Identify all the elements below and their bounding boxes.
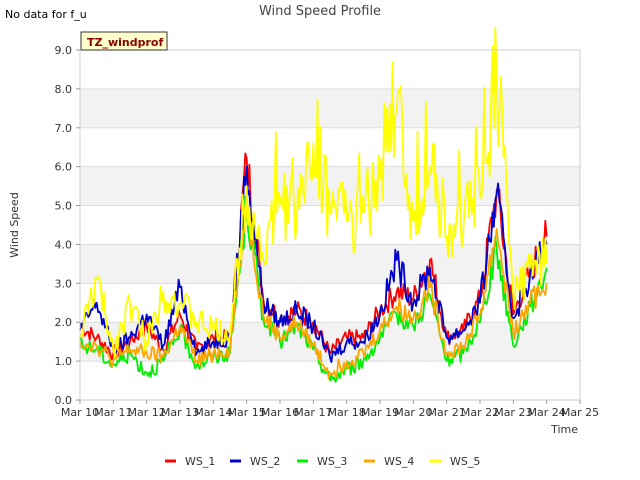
y-tick-label: 3.0	[55, 277, 73, 290]
y-tick-label: 9.0	[55, 44, 73, 57]
no-data-notice: No data for f_u	[5, 8, 87, 21]
y-tick-label: 5.0	[55, 200, 73, 213]
legend: WS_1 WS_2 WS_3 WS_4 WS_5	[165, 455, 480, 468]
y-tick-label: 2.0	[55, 316, 73, 329]
plot-band	[80, 50, 580, 89]
legend-label-ws_2: WS_2	[250, 455, 280, 468]
site-label-box: TZ_windprof	[80, 31, 168, 51]
x-tick-label: Mar 25	[561, 406, 599, 419]
legend-label-ws_1: WS_1	[185, 455, 215, 468]
y-tick-label: 7.0	[55, 122, 73, 135]
y-tick-label: 1.0	[55, 355, 73, 368]
site-label-text: TZ_windprof	[87, 36, 163, 49]
y-tick-label: 6.0	[55, 161, 73, 174]
legend-label-ws_4: WS_4	[384, 455, 414, 468]
x-axis-ticks: Mar 10Mar 11Mar 12Mar 13Mar 14Mar 15Mar …	[61, 400, 599, 419]
plot-band	[80, 88, 580, 128]
y-tick-label: 4.0	[55, 238, 73, 251]
legend-label-ws_3: WS_3	[317, 455, 347, 468]
x-axis-label: Time	[550, 423, 578, 436]
y-axis-ticks: 0.01.02.03.04.05.06.07.08.09.0	[55, 44, 80, 407]
chart-title: Wind Speed Profile	[259, 4, 381, 19]
plot-bands	[80, 50, 580, 400]
y-axis-label: Wind Speed	[8, 192, 21, 258]
y-tick-label: 8.0	[55, 83, 73, 96]
legend-label-ws_5: WS_5	[450, 455, 480, 468]
wind-speed-chart: 0.01.02.03.04.05.06.07.08.09.0 Mar 10Mar…	[5, 4, 599, 468]
